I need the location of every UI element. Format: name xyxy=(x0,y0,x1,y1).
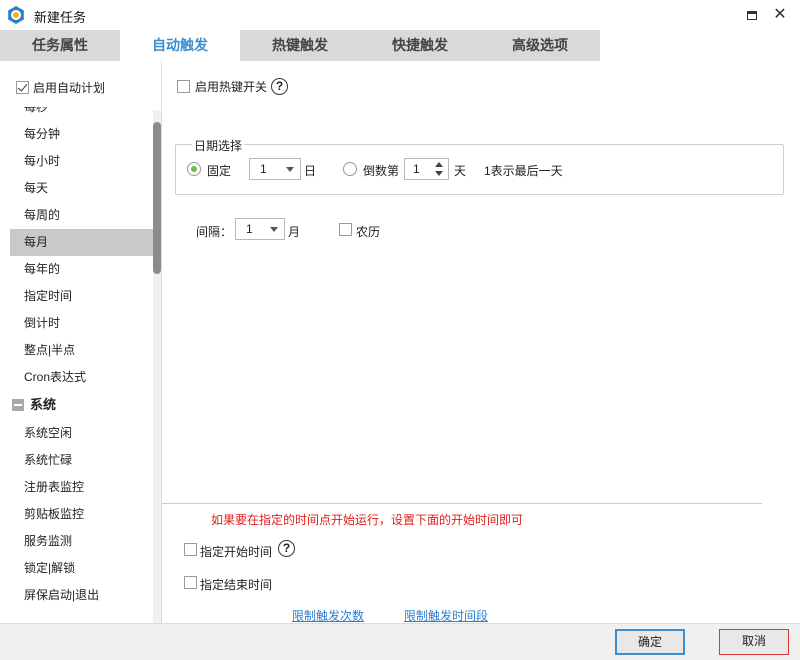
list-item-clipboard-monitor[interactable]: 剪贴板监控 xyxy=(10,501,153,528)
list-item-system-idle[interactable]: 系统空闲 xyxy=(10,420,153,447)
fixed-day-dropdown[interactable]: 1 xyxy=(249,158,301,180)
enable-hotkey-checkbox[interactable]: 启用热键开关 ? xyxy=(177,78,289,95)
app-gear-icon xyxy=(8,6,24,24)
list-item-cron-expression[interactable]: Cron表达式 xyxy=(10,364,153,391)
list-item-specified-time[interactable]: 指定时间 xyxy=(10,283,153,310)
group-system-label: 系统 xyxy=(30,397,57,412)
collapse-icon[interactable] xyxy=(12,398,24,411)
lunar-checkbox[interactable] xyxy=(339,223,352,236)
start-time-help-icon[interactable]: ? xyxy=(278,540,295,557)
enable-hotkey-label: 启用热键开关 xyxy=(195,80,268,94)
list-item-registry-monitor[interactable]: 注册表监控 xyxy=(10,474,153,501)
close-button[interactable]: ✕ xyxy=(770,5,790,25)
trigger-settings-panel: 启用热键开关 ? 日期选择 固定 1 日 倒数第 1 天 1表示最后一天 间隔：… xyxy=(162,61,800,623)
stepper-down-icon[interactable] xyxy=(435,171,443,176)
list-item-countdown[interactable]: 倒计时 xyxy=(10,310,153,337)
enable-auto-plan-label: 启用自动计划 xyxy=(33,80,106,95)
day-unit-label: 日 xyxy=(304,164,317,178)
fixed-label: 固定 xyxy=(207,164,232,178)
dialog-button-bar: 确定 取消 xyxy=(0,623,800,660)
group-system[interactable]: 系统 xyxy=(10,391,153,418)
tab-bar: 任务属性 自动触发 热键触发 快捷触发 高级选项 xyxy=(0,30,800,61)
tab-hotkey-trigger[interactable]: 热键触发 xyxy=(240,30,360,61)
dropdown-arrow-icon xyxy=(286,167,294,172)
list-item-yearly[interactable]: 每年的 xyxy=(10,256,153,283)
end-time-label: 指定结束时间 xyxy=(200,578,273,592)
trigger-type-panel: 启用自动计划 每秒 每分钟 每小时 每天 每周的 每月 每年的 指定时间 倒计时… xyxy=(0,61,162,623)
countdown-hint: 1表示最后一天 xyxy=(484,164,563,178)
maximize-button[interactable] xyxy=(742,5,762,25)
list-item-every-second[interactable]: 每秒 xyxy=(10,107,153,121)
list-item-every-minute[interactable]: 每分钟 xyxy=(10,121,153,148)
limit-trigger-period-link[interactable]: 限制触发时间段 xyxy=(404,607,488,624)
stepper-up-icon[interactable] xyxy=(435,162,443,167)
interval-value: 1 xyxy=(246,222,253,236)
title-bar: 新建任务 ✕ xyxy=(0,0,800,30)
checkbox-box[interactable] xyxy=(16,80,29,94)
tab-quick-trigger[interactable]: 快捷触发 xyxy=(360,30,480,61)
scrollbar-thumb[interactable] xyxy=(153,122,161,274)
section-divider xyxy=(162,503,762,504)
maximize-icon xyxy=(747,11,757,20)
start-time-warning: 如果要在指定的时间点开始运行，设置下面的开始时间即可 xyxy=(211,513,524,527)
list-scrollbar[interactable] xyxy=(153,110,161,623)
ok-button[interactable]: 确定 xyxy=(615,629,685,655)
window-title: 新建任务 xyxy=(34,10,87,25)
list-item-weekly[interactable]: 每周的 xyxy=(10,202,153,229)
lunar-label: 农历 xyxy=(356,225,381,239)
checkbox-box[interactable] xyxy=(177,80,190,93)
interval-label: 间隔： xyxy=(196,225,233,239)
countdown-label: 倒数第 xyxy=(363,164,400,178)
countdown-day-value: 1 xyxy=(413,162,420,176)
trigger-type-list: 每秒 每分钟 每小时 每天 每周的 每月 每年的 指定时间 倒计时 整点|半点 … xyxy=(10,107,153,623)
tab-task-properties[interactable]: 任务属性 xyxy=(0,30,120,61)
interval-unit-label: 月 xyxy=(288,225,301,239)
help-icon[interactable]: ? xyxy=(271,78,289,95)
countdown-unit-label: 天 xyxy=(454,164,467,178)
list-item-screensaver[interactable]: 屏保启动|退出 xyxy=(10,582,153,609)
fixed-radio[interactable] xyxy=(187,162,201,176)
list-item-every-hour[interactable]: 每小时 xyxy=(10,148,153,175)
list-item-hour-half-hour[interactable]: 整点|半点 xyxy=(10,337,153,364)
dropdown-arrow-icon xyxy=(270,227,278,232)
list-item-every-day[interactable]: 每天 xyxy=(10,175,153,202)
start-time-label: 指定开始时间 xyxy=(200,545,273,559)
close-icon: ✕ xyxy=(773,6,787,23)
start-time-checkbox[interactable] xyxy=(184,543,197,556)
tab-advanced-options[interactable]: 高级选项 xyxy=(480,30,600,61)
cancel-button[interactable]: 取消 xyxy=(719,629,789,655)
countdown-day-stepper[interactable]: 1 xyxy=(404,158,449,180)
interval-dropdown[interactable]: 1 xyxy=(235,218,285,240)
list-item-system-busy[interactable]: 系统忙碌 xyxy=(10,447,153,474)
countdown-radio[interactable] xyxy=(343,162,357,176)
list-item-lock-unlock[interactable]: 锁定|解锁 xyxy=(10,555,153,582)
date-selection-legend: 日期选择 xyxy=(192,137,245,154)
list-item-monthly[interactable]: 每月 xyxy=(10,229,153,256)
tab-auto-trigger[interactable]: 自动触发 xyxy=(120,30,240,61)
limit-trigger-count-link[interactable]: 限制触发次数 xyxy=(292,607,364,624)
list-item-service-monitor[interactable]: 服务监测 xyxy=(10,528,153,555)
end-time-checkbox[interactable] xyxy=(184,576,197,589)
enable-auto-plan-checkbox[interactable]: 启用自动计划 xyxy=(16,79,105,95)
fixed-day-value: 1 xyxy=(260,162,267,176)
